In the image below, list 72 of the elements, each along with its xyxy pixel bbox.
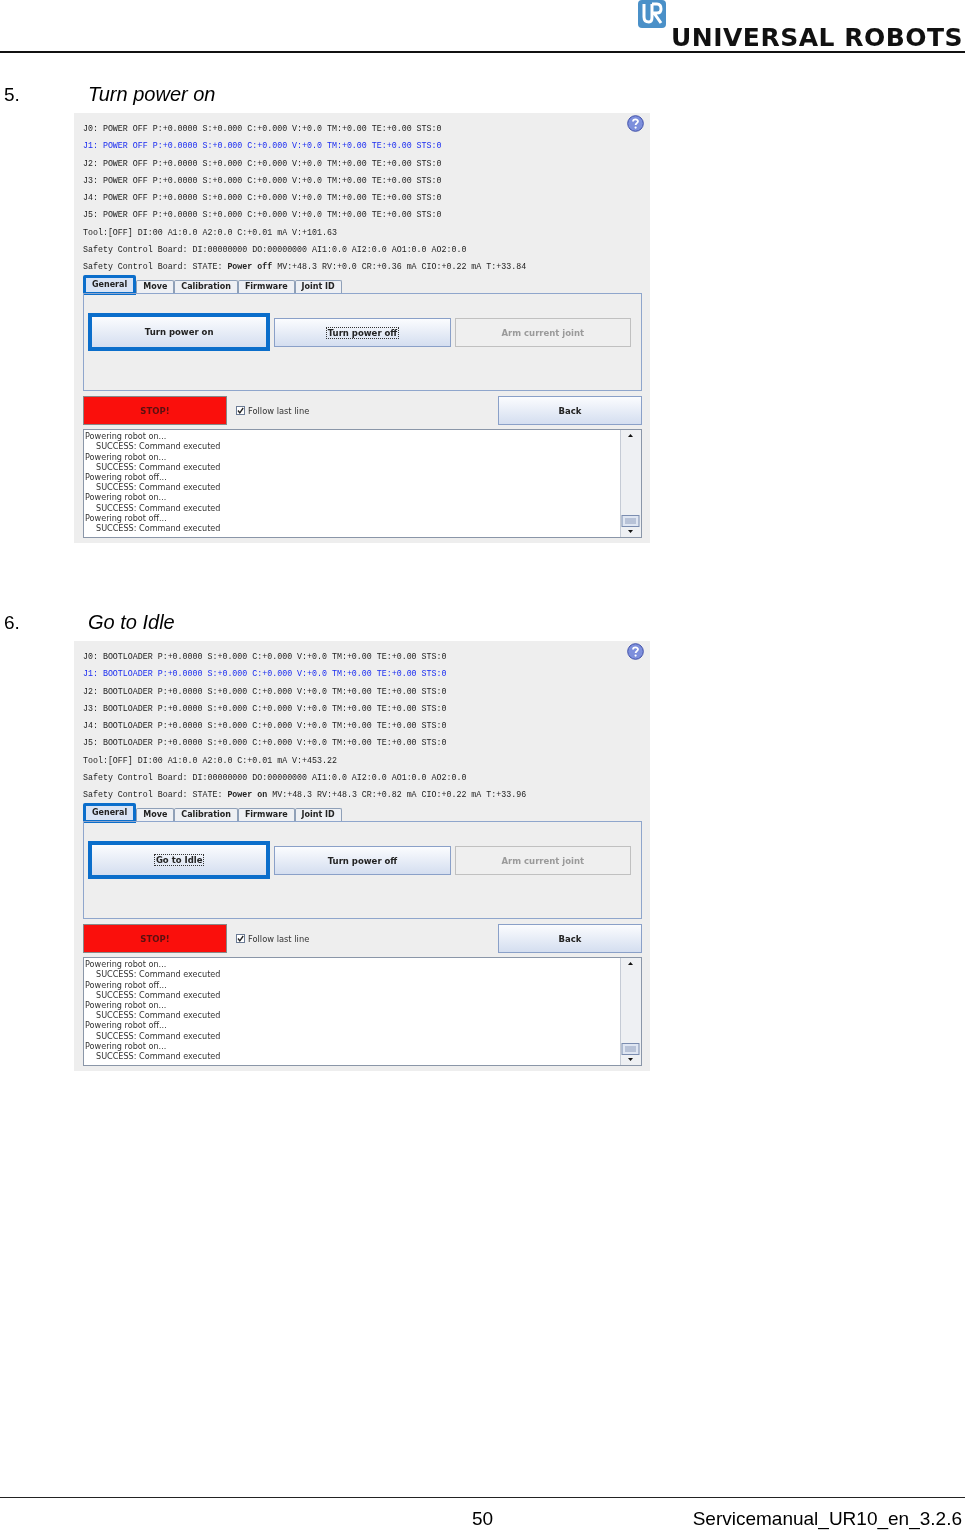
log-line: SUCCESS: Command executed — [96, 989, 221, 1001]
log-line: SUCCESS: Command executed — [95, 482, 221, 493]
document-name: Servicemanual_UR10_en_3.2.6 — [692, 1507, 962, 1530]
joint-status-line[interactable]: J5: POWER OFF P:+0.0000 S:+0.000 C:+0.000 V:+0.0 TM:+0.00 TE:+0.00 STS:0 — [83, 206, 442, 224]
scroll-thumb-icon[interactable] — [621, 515, 640, 528]
log-line: SUCCESS: Command executed — [96, 461, 221, 473]
log-line: SUCCESS: Command executed — [95, 523, 221, 534]
joint-status-line[interactable]: J1: BOOTLOADER P:+0.0000 S:+0.000 C:+0.000 V:+0.0 TM:+0.00 TE:+0.00 STS:0 — [83, 665, 447, 683]
log-line: SUCCESS: Command executed — [95, 1010, 221, 1021]
brand-name: UNIVERSAL ROBOTS — [670, 25, 963, 51]
checkbox-label: Follow last line — [248, 933, 310, 944]
joint-status-line[interactable]: J5: BOOTLOADER P:+0.0000 S:+0.000 C:+0.000 V:+0.0 TM:+0.00 TE:+0.00 STS:0 — [83, 734, 447, 752]
log-line: Powering robot on... — [84, 431, 167, 442]
step-title: Go to Idle — [88, 611, 175, 634]
log-line: Powering robot on... — [84, 1000, 167, 1011]
tab[interactable]: Joint ID — [294, 280, 342, 294]
tab[interactable]: Move — [136, 280, 175, 294]
scrollbar[interactable] — [620, 958, 641, 1066]
log-line: SUCCESS: Command executed — [95, 502, 221, 513]
joint-status-line[interactable]: J1: POWER OFF P:+0.0000 S:+0.000 C:+0.000 V:+0.0 TM:+0.00 TE:+0.00 STS:0 — [83, 137, 442, 155]
tab[interactable]: Joint ID — [294, 808, 342, 822]
tab[interactable]: Calibration — [174, 808, 238, 822]
checkbox-label: Follow last line — [248, 405, 310, 416]
step-title: Turn power on — [88, 83, 216, 106]
step-number: 5. — [3, 84, 21, 106]
log-line: Powering robot off... — [84, 472, 167, 483]
joint-status-line[interactable]: J2: BOOTLOADER P:+0.0000 S:+0.000 C:+0.000 V:+0.0 TM:+0.00 TE:+0.00 STS:0 — [83, 682, 447, 700]
log-line: Powering robot on... — [84, 492, 167, 503]
log-line: Powering robot on... — [84, 959, 167, 970]
joint-status-line[interactable]: J0: BOOTLOADER P:+0.0000 S:+0.000 C:+0.000 V:+0.0 TM:+0.00 TE:+0.00 STS:0 — [83, 648, 447, 666]
help-icon[interactable] — [627, 643, 644, 660]
log-line: Powering robot off... — [84, 512, 167, 524]
joint-status-line[interactable]: J3: BOOTLOADER P:+0.0000 S:+0.000 C:+0.000 V:+0.0 TM:+0.00 TE:+0.00 STS:0 — [83, 699, 447, 717]
joint-status-line[interactable]: J2: POWER OFF P:+0.0000 S:+0.000 C:+0.000 V:+0.0 TM:+0.00 TE:+0.00 STS:0 — [83, 154, 442, 172]
safety-io-line: Safety Control Board: DI:00000000 DO:00000000 AI1:0.0 AI2:0.0 AO1:0.0 AO2:0.0 — [83, 243, 467, 256]
step-number: 6. — [3, 612, 21, 634]
log-line: SUCCESS: Command executed — [95, 441, 221, 452]
checkbox[interactable] — [236, 406, 245, 416]
log-line: Powering robot on... — [84, 1040, 167, 1052]
joint-status-line[interactable]: J4: POWER OFF P:+0.0000 S:+0.000 C:+0.000 V:+0.0 TM:+0.00 TE:+0.00 STS:0 — [83, 189, 442, 207]
page-number: 50 — [472, 1507, 494, 1530]
tab[interactable]: Firmware — [237, 280, 295, 294]
tab[interactable]: Move — [136, 808, 175, 822]
scroll-thumb-icon[interactable] — [621, 1043, 640, 1056]
log-line: SUCCESS: Command executed — [95, 969, 221, 980]
safety-state-line: Safety Control Board: STATE: Power on MV:+48.3 RV:+48.3 CR:+0.82 mA CIO:+0.22 mA T:+33.96 — [83, 789, 527, 801]
tool-status-line: Tool:[OFF] DI:00 A1:0.0 A2:0.0 C:+0.01 mA V:+453.22 — [83, 754, 337, 767]
tab[interactable]: General — [83, 803, 137, 824]
back-button[interactable]: Back — [498, 396, 642, 426]
scrollbar[interactable] — [620, 430, 641, 538]
help-icon[interactable] — [627, 115, 644, 132]
log-line: Powering robot off... — [84, 1020, 167, 1031]
log-line: SUCCESS: Command executed — [95, 1051, 221, 1062]
command-button[interactable]: Turn power on — [88, 313, 271, 352]
safety-io-line: Safety Control Board: DI:00000000 DO:00000000 AI1:0.0 AI2:0.0 AO1:0.0 AO2:0.0 — [83, 771, 467, 784]
tab[interactable]: Firmware — [237, 808, 295, 822]
log-line: SUCCESS: Command executed — [95, 1030, 221, 1041]
joint-status-line[interactable]: J0: POWER OFF P:+0.0000 S:+0.000 C:+0.000 V:+0.0 TM:+0.00 TE:+0.00 STS:0 — [83, 120, 442, 138]
command-button[interactable]: Turn power off — [274, 846, 451, 876]
checkbox[interactable] — [236, 934, 245, 944]
tab[interactable]: Calibration — [174, 280, 238, 294]
tab[interactable]: General — [83, 275, 137, 296]
tool-status-line: Tool:[OFF] DI:00 A1:0.0 A2:0.0 C:+0.01 mA V:+101.63 — [83, 226, 337, 239]
log-line: Powering robot on... — [84, 451, 167, 462]
joint-status-line[interactable]: J3: POWER OFF P:+0.0000 S:+0.000 C:+0.000 V:+0.0 TM:+0.00 TE:+0.00 STS:0 — [83, 171, 442, 189]
log-line: Powering robot off... — [84, 979, 167, 990]
command-button[interactable]: Turn power off — [274, 318, 451, 348]
logo-icon — [636, 0, 667, 29]
joint-status-line[interactable]: J4: BOOTLOADER P:+0.0000 S:+0.000 C:+0.000 V:+0.0 TM:+0.00 TE:+0.00 STS:0 — [83, 717, 447, 735]
safety-state-line: Safety Control Board: STATE: Power off MV:+48.3 RV:+0.0 CR:+0.36 mA CIO:+0.22 mA T:+33.84 — [83, 261, 527, 273]
back-button[interactable]: Back — [498, 924, 642, 954]
command-button[interactable]: Go to Idle — [88, 841, 271, 880]
